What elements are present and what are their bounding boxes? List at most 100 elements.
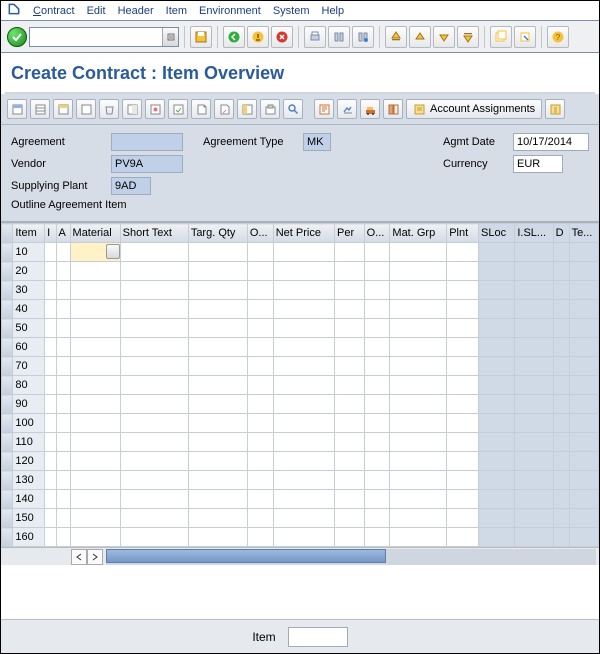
grid-cell[interactable] <box>45 414 56 433</box>
grid-cell[interactable] <box>447 262 479 281</box>
grid-cell[interactable] <box>364 262 390 281</box>
grid-cell[interactable] <box>247 300 273 319</box>
col-header[interactable]: D <box>553 224 569 243</box>
f4-help-button[interactable] <box>106 244 120 259</box>
grid-cell[interactable] <box>45 338 56 357</box>
footer-item-input[interactable] <box>288 627 348 647</box>
app-btn-8[interactable] <box>168 99 188 119</box>
grid-cell[interactable] <box>247 528 273 547</box>
grid-cell[interactable] <box>569 471 598 490</box>
menu-system[interactable]: System <box>273 5 310 17</box>
col-header[interactable]: Item <box>13 224 45 243</box>
row-selector[interactable] <box>2 281 13 300</box>
grid-cell[interactable] <box>120 300 188 319</box>
grid-cell[interactable] <box>447 528 479 547</box>
grid-cell[interactable] <box>447 376 479 395</box>
grid-cell[interactable] <box>447 357 479 376</box>
grid-cell[interactable] <box>553 338 569 357</box>
grid-cell[interactable] <box>273 490 334 509</box>
grid-cell[interactable] <box>70 376 120 395</box>
grid-cell[interactable] <box>188 490 247 509</box>
grid-cell[interactable] <box>70 319 120 338</box>
grid-cell[interactable] <box>45 433 56 452</box>
grid-cell[interactable] <box>364 376 390 395</box>
col-header[interactable]: Short Text <box>120 224 188 243</box>
grid-cell[interactable] <box>56 281 70 300</box>
grid-cell[interactable] <box>188 376 247 395</box>
grid-cell[interactable] <box>70 262 120 281</box>
grid-cell[interactable] <box>479 243 515 262</box>
grid-cell[interactable] <box>447 414 479 433</box>
grid-cell[interactable] <box>515 243 553 262</box>
grid-cell[interactable] <box>479 262 515 281</box>
grid-cell[interactable] <box>45 357 56 376</box>
grid-cell[interactable] <box>335 262 365 281</box>
row-selector[interactable] <box>2 471 13 490</box>
row-item-number[interactable]: 10 <box>13 243 45 262</box>
grid-cell[interactable] <box>447 433 479 452</box>
grid-cell[interactable] <box>45 281 56 300</box>
grid-cell[interactable] <box>45 262 56 281</box>
col-header[interactable]: Material <box>70 224 120 243</box>
grid-cell[interactable] <box>479 471 515 490</box>
grid-cell[interactable] <box>273 528 334 547</box>
row-item-number[interactable]: 20 <box>13 262 45 281</box>
grid-cell[interactable] <box>56 433 70 452</box>
row-item-number[interactable]: 80 <box>13 376 45 395</box>
grid-cell[interactable] <box>515 471 553 490</box>
grid-cell[interactable] <box>247 319 273 338</box>
prev-page-button[interactable] <box>409 26 431 48</box>
last-page-button[interactable] <box>457 26 479 48</box>
grid-cell[interactable] <box>120 338 188 357</box>
menu-help[interactable]: Help <box>322 5 345 17</box>
grid-cell[interactable] <box>247 490 273 509</box>
account-assignments-button[interactable]: Account Assignments <box>406 99 542 119</box>
back-button[interactable] <box>223 26 245 48</box>
grid-cell[interactable] <box>56 262 70 281</box>
grid-cell[interactable] <box>390 471 447 490</box>
grid-cell[interactable] <box>553 528 569 547</box>
grid-cell[interactable] <box>335 528 365 547</box>
row-item-number[interactable]: 50 <box>13 319 45 338</box>
grid-cell[interactable] <box>515 509 553 528</box>
grid-cell[interactable] <box>364 281 390 300</box>
grid-cell[interactable] <box>569 433 598 452</box>
grid-cell[interactable] <box>479 281 515 300</box>
grid-cell[interactable] <box>273 262 334 281</box>
grid-cell[interactable] <box>390 300 447 319</box>
menu-contract[interactable]: Contract <box>33 5 75 17</box>
grid-cell[interactable] <box>188 471 247 490</box>
grid-cell[interactable] <box>479 338 515 357</box>
app-btn-15[interactable] <box>337 99 357 119</box>
grid-cell[interactable] <box>390 281 447 300</box>
command-dropdown-icon[interactable] <box>162 28 178 46</box>
grid-cell[interactable] <box>120 319 188 338</box>
grid-cell[interactable] <box>45 376 56 395</box>
grid-cell[interactable] <box>273 357 334 376</box>
grid-cell[interactable] <box>364 319 390 338</box>
grid-cell[interactable] <box>364 300 390 319</box>
app-btn-13[interactable] <box>283 99 303 119</box>
grid-cell[interactable] <box>515 300 553 319</box>
grid-cell[interactable] <box>70 281 120 300</box>
menu-header[interactable]: Header <box>118 5 154 17</box>
row-item-number[interactable]: 60 <box>13 338 45 357</box>
app-btn-17[interactable] <box>383 99 403 119</box>
menu-item[interactable]: Item <box>166 5 187 17</box>
grid-cell[interactable] <box>70 300 120 319</box>
grid-cell[interactable] <box>120 509 188 528</box>
grid-cell[interactable] <box>335 452 365 471</box>
grid-cell[interactable] <box>390 338 447 357</box>
grid-cell[interactable] <box>273 319 334 338</box>
grid-cell[interactable] <box>70 452 120 471</box>
grid-cell[interactable] <box>390 376 447 395</box>
new-session-button[interactable] <box>490 26 512 48</box>
grid-cell[interactable] <box>569 528 598 547</box>
grid-cell[interactable] <box>390 509 447 528</box>
grid-cell[interactable] <box>515 433 553 452</box>
grid-cell[interactable] <box>120 433 188 452</box>
grid-cell[interactable] <box>247 433 273 452</box>
col-header[interactable]: A <box>56 224 70 243</box>
grid-cell[interactable] <box>188 509 247 528</box>
app-btn-3[interactable] <box>53 99 73 119</box>
